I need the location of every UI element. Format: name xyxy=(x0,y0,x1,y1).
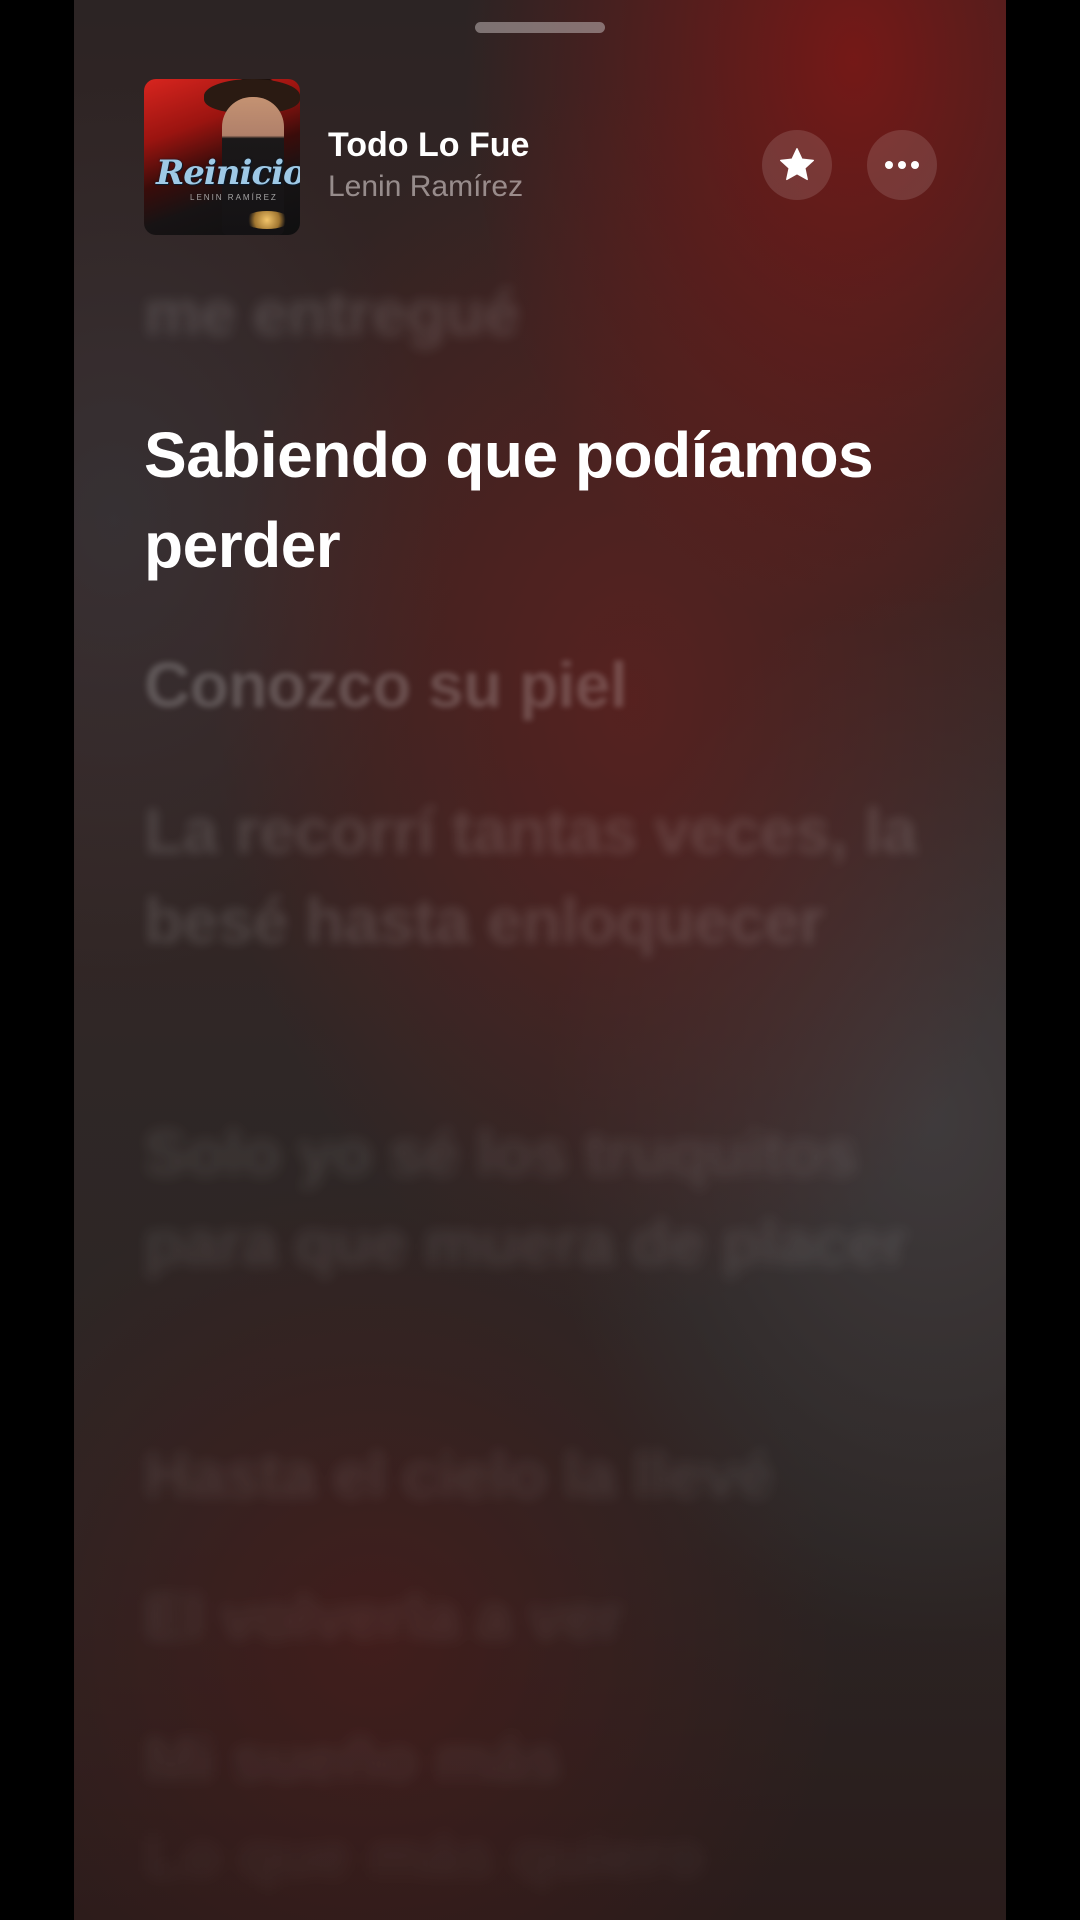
star-icon xyxy=(780,148,814,181)
lyric-line[interactable]: Mi sueño más xyxy=(144,1714,944,1804)
lyric-line[interactable]: Hasta el cielo la llevé xyxy=(144,1430,944,1520)
artwork-subtitle-text: LENIN RAMÍREZ xyxy=(190,193,278,202)
song-artist[interactable]: Lenin Ramírez xyxy=(328,170,523,204)
more-options-button[interactable] xyxy=(867,130,937,200)
grabber-handle[interactable] xyxy=(475,22,605,33)
album-artwork[interactable]: Reinicio LENIN RAMÍREZ xyxy=(144,79,300,235)
song-title[interactable]: Todo Lo Fue xyxy=(328,126,529,165)
artwork-light-glow xyxy=(244,211,290,229)
lyric-line[interactable]: Solo yo sé los truquitos para que muera … xyxy=(144,1108,944,1288)
ellipsis-icon xyxy=(885,161,919,169)
lyric-line[interactable]: Lo que más quiero xyxy=(144,1810,944,1900)
lyrics-sheet: Reinicio LENIN RAMÍREZ Todo Lo Fue Lenin… xyxy=(74,0,1006,1920)
lyric-line[interactable]: La recorrí tantas veces, la besé hasta e… xyxy=(144,786,944,966)
lyric-line[interactable]: El volverla a ver xyxy=(144,1572,944,1662)
favorite-button[interactable] xyxy=(762,130,832,200)
lyric-line-current[interactable]: Sabiendo que podíamos perder xyxy=(144,410,944,590)
artwork-title-text: Reinicio xyxy=(156,153,300,193)
lyric-line[interactable]: Conozco su piel xyxy=(144,640,944,730)
lyric-line-previous[interactable]: me entregué xyxy=(144,268,944,358)
